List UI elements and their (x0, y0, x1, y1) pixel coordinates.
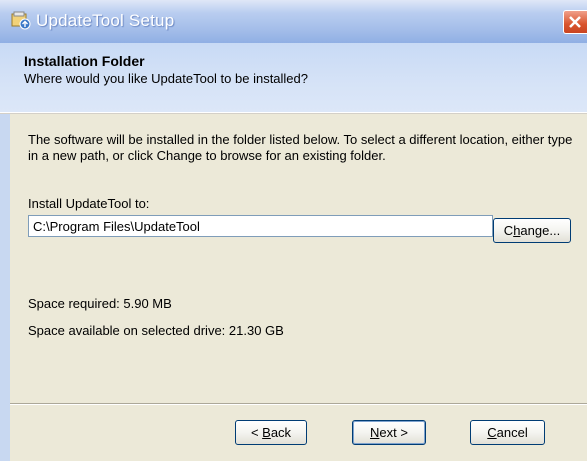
content-area: The software will be installed in the fo… (10, 114, 587, 403)
description-text: The software will be installed in the fo… (28, 132, 573, 163)
change-button-text-b: ange... (520, 223, 561, 238)
next-button-text-b: ext > (379, 425, 408, 440)
space-available-text: Space available on selected drive: 21.30… (28, 323, 284, 338)
title-bar: UpdateTool Setup (0, 0, 587, 43)
install-path-label: Install UpdateTool to: (28, 196, 150, 211)
back-button-accel: B (262, 425, 271, 440)
cancel-button-accel: C (487, 425, 497, 440)
close-icon (569, 16, 581, 28)
page-title: Installation Folder (24, 53, 145, 69)
cancel-button-text-b: ancel (496, 425, 528, 440)
space-required-text: Space required: 5.90 MB (28, 296, 172, 311)
back-button[interactable]: < Back (235, 420, 307, 445)
next-button[interactable]: Next > (352, 420, 426, 445)
header-panel: Installation Folder Where would you like… (0, 43, 587, 112)
change-button[interactable]: Change... (493, 218, 571, 243)
close-button[interactable] (563, 10, 587, 34)
footer-divider (10, 403, 587, 405)
back-button-text-b: ack (270, 425, 292, 440)
next-button-accel: N (370, 425, 380, 440)
installer-icon (10, 11, 32, 31)
install-path-input[interactable] (28, 215, 493, 237)
page-subtitle: Where would you like UpdateTool to be in… (24, 71, 309, 86)
setup-window: UpdateTool Setup Installation Folder Whe… (0, 0, 587, 461)
change-button-text-a: C (503, 223, 514, 238)
window-title: UpdateTool Setup (36, 11, 175, 30)
cancel-button[interactable]: Cancel (470, 420, 545, 445)
back-button-text-a: < (250, 425, 263, 440)
